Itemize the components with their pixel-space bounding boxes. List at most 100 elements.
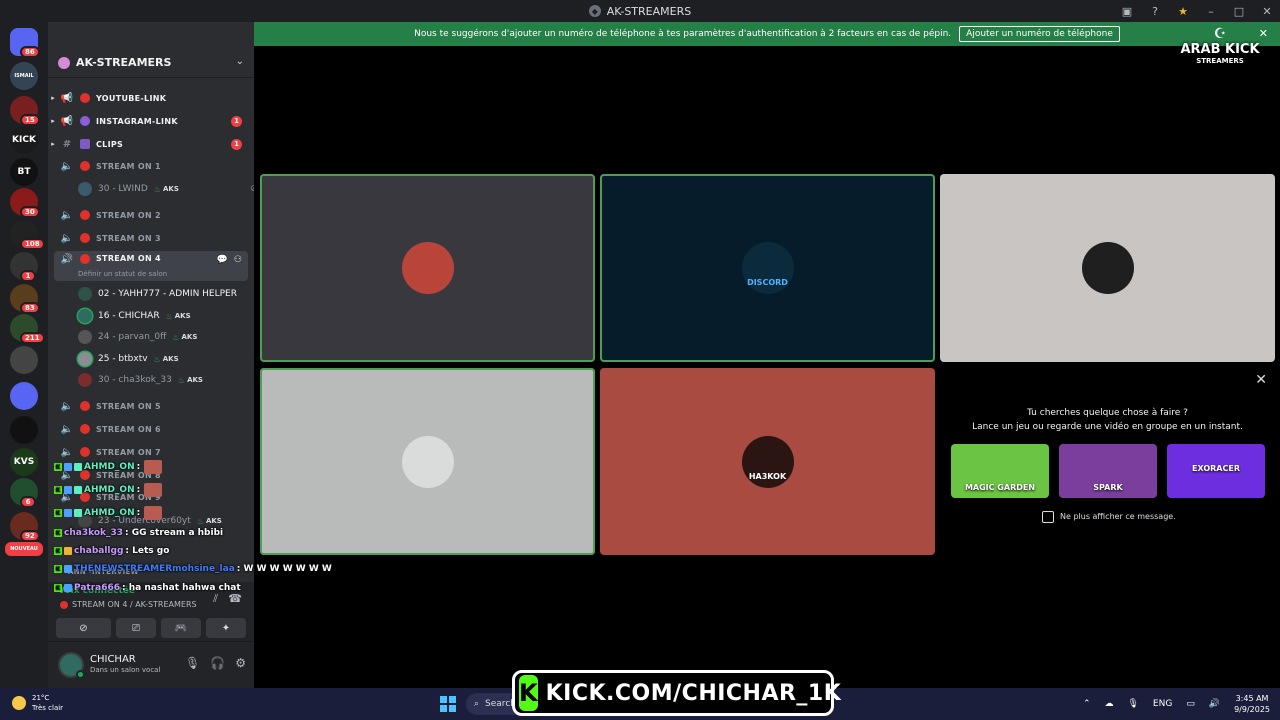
server-icon-16[interactable]: NOUVEAU <box>5 542 43 556</box>
help-icon[interactable]: ? <box>1148 5 1162 18</box>
avatar <box>78 352 92 366</box>
channel-instagram-link[interactable]: ▸ 📢 INSTAGRAM-LINK 1 <box>48 111 254 131</box>
channel-stream-on-3[interactable]: 🔈 STREAM ON 3 <box>48 228 254 248</box>
video-tile[interactable] <box>940 174 1275 362</box>
user-name[interactable]: CHICHAR <box>90 654 136 665</box>
channel-clips[interactable]: ▸ # CLIPS 1 <box>48 134 254 154</box>
volume-icon[interactable]: 🔊 <box>1209 699 1220 709</box>
server-icon-3[interactable]: KICK <box>10 126 38 154</box>
chat-message: K AHMD_ON : <box>54 460 163 474</box>
video-tile[interactable]: DISCORD <box>600 174 935 362</box>
video-tile[interactable] <box>260 174 595 362</box>
red-dot-icon <box>80 161 90 171</box>
gear-icon[interactable]: ⚙ <box>235 656 246 670</box>
user-panel: CHICHAR Dans un salon vocal 🎙 🎧 ⚙ <box>48 642 254 688</box>
channel-stream-on-1[interactable]: 🔈 STREAM ON 1 <box>48 156 254 176</box>
red-dot-icon <box>80 233 90 243</box>
screen-share-button[interactable]: ⎚ <box>116 618 156 638</box>
tray-chevron-icon[interactable]: ⌃ <box>1083 699 1091 709</box>
voice-user[interactable]: 16 - CHICHAR ♨ AKS <box>78 306 191 326</box>
server-header[interactable]: AK-STREAMERS ⌄ <box>48 48 254 78</box>
display-icon[interactable]: ▭ <box>1186 699 1195 709</box>
server-label: NOUVEAU <box>10 546 38 552</box>
mention-badge: 92 <box>20 530 40 542</box>
add-phone-button[interactable]: Ajouter un numéro de téléphone <box>959 26 1120 42</box>
voice-user[interactable]: 25 - btbxtv ♨ AKS <box>78 349 179 369</box>
voice-user[interactable]: 30 - cha3kok_33 ♨ AKS <box>78 370 203 390</box>
badge-icon <box>64 509 72 517</box>
weather-widget[interactable]: 21°C Très clair <box>12 693 63 713</box>
channel-youtube-link[interactable]: ▸ 📢 YOUTUBE-LINK <box>48 88 254 108</box>
server-icon-12[interactable] <box>10 416 38 444</box>
badge-icon <box>64 584 72 592</box>
clock[interactable]: 3:45 AM 9/9/2025 <box>1234 693 1270 715</box>
speaker-icon: 🔈 <box>60 232 74 244</box>
camera-off-button[interactable]: ⊘ <box>56 618 111 638</box>
language-indicator[interactable]: ENG <box>1153 699 1172 709</box>
microphone-icon[interactable]: 🎙 <box>185 656 200 670</box>
game-card-spark[interactable]: SPARK <box>1059 444 1157 498</box>
voice-user[interactable]: 02 - YAHH777 - ADMIN HELPER <box>78 284 237 304</box>
close-icon[interactable]: ✕ <box>1255 372 1267 388</box>
chat-bubble-icon[interactable]: 💬 <box>217 255 228 265</box>
server-icon-11[interactable] <box>10 382 38 410</box>
game-card-magic-garden[interactable]: MAGIC GARDEN <box>951 444 1049 498</box>
caret-icon: ▸ <box>51 140 55 148</box>
user-status: Dans un salon vocal <box>90 666 161 674</box>
avatar <box>78 182 92 196</box>
channel-stream-on-5[interactable]: 🔈 STREAM ON 5 <box>48 396 254 416</box>
search-icon: ⌕ <box>474 699 480 709</box>
kick-channel-banner: K KICK.COM/CHICHAR_1K <box>512 670 841 716</box>
system-tray: ⌃ ☁ 🎙 ENG ▭ 🔊 3:45 AM 9/9/2025 <box>1083 688 1270 720</box>
server-label: KICK <box>12 135 36 145</box>
voice-location[interactable]: STREAM ON 4 / AK-STREAMERS <box>60 600 197 609</box>
windows-start-icon[interactable] <box>440 696 456 712</box>
mention-badge: 6 <box>20 496 36 508</box>
chat-text: : ha nashat hahwa chat <box>122 583 241 593</box>
video-tile[interactable]: HA3KOK <box>600 368 935 555</box>
server-icon-4[interactable]: BT <box>10 158 38 186</box>
noise-suppression-icon[interactable]: ⫽ <box>213 592 218 606</box>
server-icon-10[interactable] <box>10 346 38 374</box>
chevron-down-icon[interactable]: ⌄ <box>236 56 244 67</box>
mention-badge: 83 <box>20 302 40 314</box>
channel-stream-on-2[interactable]: 🔈 STREAM ON 2 <box>48 205 254 225</box>
close-window-icon[interactable]: ✕ <box>1260 5 1274 18</box>
close-icon[interactable]: ✕ <box>1259 27 1268 40</box>
tag-text: AKS <box>163 185 179 193</box>
server-label: KVS <box>13 457 35 467</box>
dont-show-checkbox[interactable] <box>1042 511 1054 523</box>
avatar-caption: DISCORD <box>747 278 788 287</box>
activity-button[interactable]: 🎮 <box>161 618 201 638</box>
game-card-exoracer[interactable]: EXORACER <box>1167 444 1265 498</box>
emote-icon <box>144 506 163 520</box>
soundboard-button[interactable]: ✦ <box>206 618 246 638</box>
headphones-icon[interactable]: 🎧 <box>210 656 225 670</box>
server-icon-1[interactable]: ISMAIL <box>10 62 38 90</box>
status-hint[interactable]: Définir un statut de salon <box>78 270 167 278</box>
flame-icon: ♨ <box>153 184 161 194</box>
kick-badge-icon: K <box>54 463 62 471</box>
inbox-icon[interactable]: ▣ <box>1120 5 1134 18</box>
voice-user-name: 02 - YAHH777 - ADMIN HELPER <box>98 289 237 299</box>
announcement-icon: 📢 <box>60 115 74 127</box>
discord-logo-icon: ◆ <box>588 5 601 17</box>
voice-user[interactable]: 30 - LWIND ♨ AKS ⊘ <box>78 179 254 199</box>
game-name: SPARK <box>1093 483 1123 492</box>
user-tag: ♨ AKS <box>154 355 179 364</box>
badge-icon <box>74 486 82 494</box>
channel-stream-on-7[interactable]: 🔈 STREAM ON 7 <box>48 442 254 462</box>
cloud-icon[interactable]: ☁ <box>1104 699 1113 709</box>
server-icon-13[interactable]: KVS <box>10 448 38 476</box>
chat-username: AHMD_ON <box>84 462 135 472</box>
mic-tray-icon[interactable]: 🎙 <box>1127 699 1138 709</box>
voice-user[interactable]: 24 - parvan_0ff ♨ AKS <box>78 327 197 347</box>
video-tile[interactable] <box>260 368 595 555</box>
disconnect-icon[interactable]: ☎ <box>228 592 242 605</box>
channel-stream-on-4[interactable]: 🔊 STREAM ON 4 Définir un statut de salon… <box>54 251 248 281</box>
channel-name: STREAM ON 3 <box>96 233 161 243</box>
title-bar: ◆ AK-STREAMERS ▣ ? ★ – □ ✕ <box>0 0 1280 22</box>
speaker-icon: 🔈 <box>60 446 74 458</box>
channel-stream-on-6[interactable]: 🔈 STREAM ON 6 <box>48 419 254 439</box>
add-user-icon[interactable]: ⚇ <box>234 255 242 265</box>
